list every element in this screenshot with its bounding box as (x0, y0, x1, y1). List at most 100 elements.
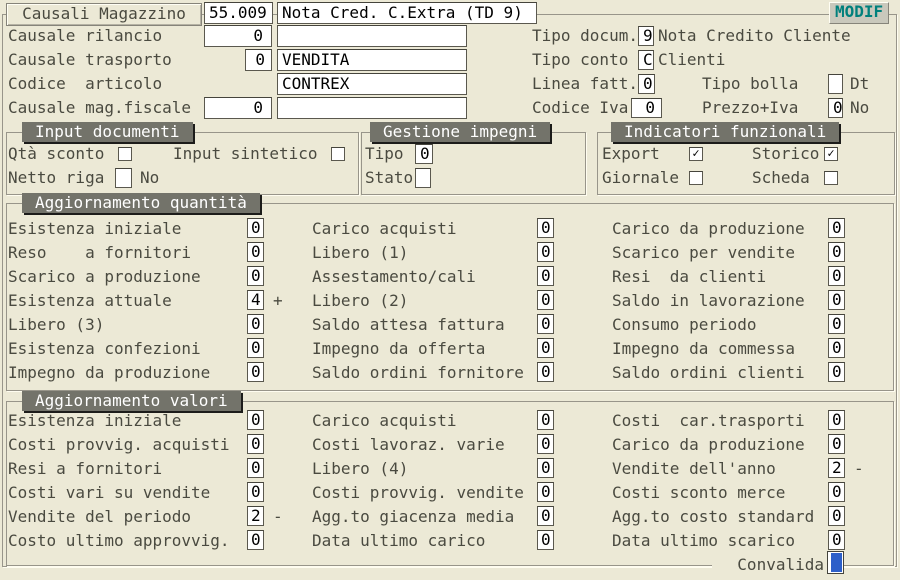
field-label: Agg.to costo standard (612, 507, 828, 526)
value-input[interactable]: 0 (828, 266, 845, 286)
grid-row: Esistenza confezioni 0 (8, 336, 283, 360)
field-label: Codice articolo (8, 72, 162, 96)
value-input[interactable]: 0 (828, 482, 845, 502)
scheda-checkbox[interactable] (824, 171, 838, 185)
storico-checkbox[interactable]: ✓ (824, 147, 838, 161)
grid-row: Carico da produzione 0 (612, 216, 854, 240)
value-input[interactable]: 0 (247, 410, 264, 430)
grid-row: Impegno da produzione 0 (8, 360, 283, 384)
value-input[interactable]: 0 (537, 218, 554, 238)
section-header-gestione-impegni: Gestione impegni (370, 122, 550, 142)
convalida-input[interactable] (827, 551, 844, 574)
tipo-conto-input[interactable]: C (638, 50, 654, 70)
value-input[interactable]: 0 (247, 266, 264, 286)
value-input[interactable]: 0 (537, 458, 554, 478)
valori-col-1: Esistenza iniziale 0 Costi provvig. acqu… (8, 408, 283, 552)
grid-row: Impegno da offerta 0 (312, 336, 563, 360)
value-input[interactable]: 0 (828, 434, 845, 454)
field-label: Vendite del periodo (8, 507, 247, 526)
field-label: Causale rilancio (8, 24, 162, 48)
grid-row: Resi da clienti 0 (612, 264, 854, 288)
value-input[interactable]: 0 (247, 458, 264, 478)
causale-mag-fiscale-input[interactable]: 0 (204, 97, 272, 119)
value-input[interactable]: 0 (537, 506, 554, 526)
value-input[interactable]: 0 (247, 242, 264, 262)
value-input[interactable]: 0 (537, 338, 554, 358)
field-label: Costi sconto merce (612, 483, 828, 502)
value-input[interactable]: 0 (828, 530, 845, 550)
value-input[interactable]: 0 (828, 242, 845, 262)
field-label: Linea fatt. (532, 72, 638, 96)
value-input[interactable]: 0 (828, 362, 845, 382)
qta-sconto-checkbox[interactable] (118, 147, 132, 161)
causale-description-input[interactable]: Nota Cred. C.Extra (TD 9) (277, 2, 537, 24)
value-input[interactable]: 2 (247, 506, 264, 526)
input-sintetico-checkbox[interactable] (331, 147, 345, 161)
value-input[interactable]: 0 (537, 434, 554, 454)
value-input[interactable]: 0 (247, 314, 264, 334)
causale-trasporto-desc-input[interactable]: VENDITA (277, 49, 467, 71)
grid-row: Saldo in lavorazione 0 (612, 288, 854, 312)
value-input[interactable]: 0 (247, 482, 264, 502)
value-input[interactable]: 0 (828, 410, 845, 430)
field-label: Resi da clienti (612, 267, 828, 286)
field-label: Saldo ordini clienti (612, 363, 828, 382)
field-label: Libero (1) (312, 243, 537, 262)
causale-rilancio-desc-input[interactable] (277, 25, 467, 47)
value-input[interactable]: 0 (828, 290, 845, 310)
value-input[interactable]: 0 (537, 410, 554, 430)
stato-impegno-input[interactable] (415, 168, 431, 188)
value-input[interactable]: 0 (828, 506, 845, 526)
value-input[interactable]: 0 (247, 530, 264, 550)
value-input[interactable]: 0 (247, 338, 264, 358)
linea-fatt-input[interactable]: 0 (638, 74, 655, 94)
tipo-docum-input[interactable]: 9 (638, 26, 654, 46)
value-input[interactable]: 0 (537, 362, 554, 382)
netto-riga-input[interactable] (115, 168, 132, 188)
field-label: Libero (4) (312, 459, 537, 478)
codice-articolo-input[interactable]: CONTREX (277, 73, 467, 95)
causale-rilancio-input[interactable]: 0 (204, 25, 272, 47)
window-title-button[interactable]: Causali Magazzino (6, 3, 202, 26)
tipo-bolla-input[interactable] (828, 74, 843, 94)
value-input[interactable]: 0 (537, 242, 554, 262)
causale-code-input[interactable]: 55.009 (204, 2, 273, 24)
value-input[interactable]: 0 (537, 290, 554, 310)
export-checkbox[interactable]: ✓ (689, 147, 703, 161)
grid-row: Libero (2) 0 (312, 288, 563, 312)
grid-row: Libero (4) 0 (312, 456, 563, 480)
field-label: Costi provvig. acquisti (8, 435, 247, 454)
field-label: Consumo periodo (612, 315, 828, 334)
giornale-checkbox[interactable] (689, 171, 703, 185)
value-input[interactable]: 0 (537, 266, 554, 286)
section-header-input-documenti: Input documenti (22, 122, 193, 142)
row-tipo-docum: Tipo docum. 9 Nota Credito Cliente (532, 24, 900, 48)
causale-trasporto-input[interactable]: 0 (245, 49, 272, 71)
netto-riga-desc: No (140, 166, 159, 190)
value-input[interactable]: 0 (247, 218, 264, 238)
field-label: Assestamento/cali (312, 267, 537, 286)
field-label: Carico da produzione (612, 219, 828, 238)
text-cursor (831, 553, 842, 572)
tipo-impegno-input[interactable]: 0 (415, 144, 433, 164)
value-input[interactable]: 0 (828, 338, 845, 358)
convalida-label: Convalida (712, 553, 830, 577)
causale-mag-fiscale-desc-input[interactable] (277, 97, 467, 119)
grid-row: Libero (1) 0 (312, 240, 563, 264)
value-input[interactable]: 4 (247, 290, 264, 310)
codice-iva-input[interactable]: 0 (631, 98, 662, 118)
value-input[interactable]: 0 (537, 482, 554, 502)
field-label: Resi a fornitori (8, 459, 247, 478)
value-input[interactable]: 0 (537, 314, 554, 334)
field-label: Data ultimo scarico (612, 531, 828, 550)
value-input[interactable]: 0 (537, 530, 554, 550)
prezzo-iva-input[interactable]: 0 (828, 98, 843, 118)
grid-row: Assestamento/cali 0 (312, 264, 563, 288)
storico-label: Storico (752, 142, 819, 166)
value-input[interactable]: 0 (828, 314, 845, 334)
value-input[interactable]: 0 (828, 218, 845, 238)
value-input[interactable]: 0 (247, 434, 264, 454)
value-input[interactable]: 0 (247, 362, 264, 382)
value-input[interactable]: 2 (828, 458, 845, 478)
causali-magazzino-window: Causali Magazzino 55.009 Nota Cred. C.Ex… (0, 0, 900, 580)
